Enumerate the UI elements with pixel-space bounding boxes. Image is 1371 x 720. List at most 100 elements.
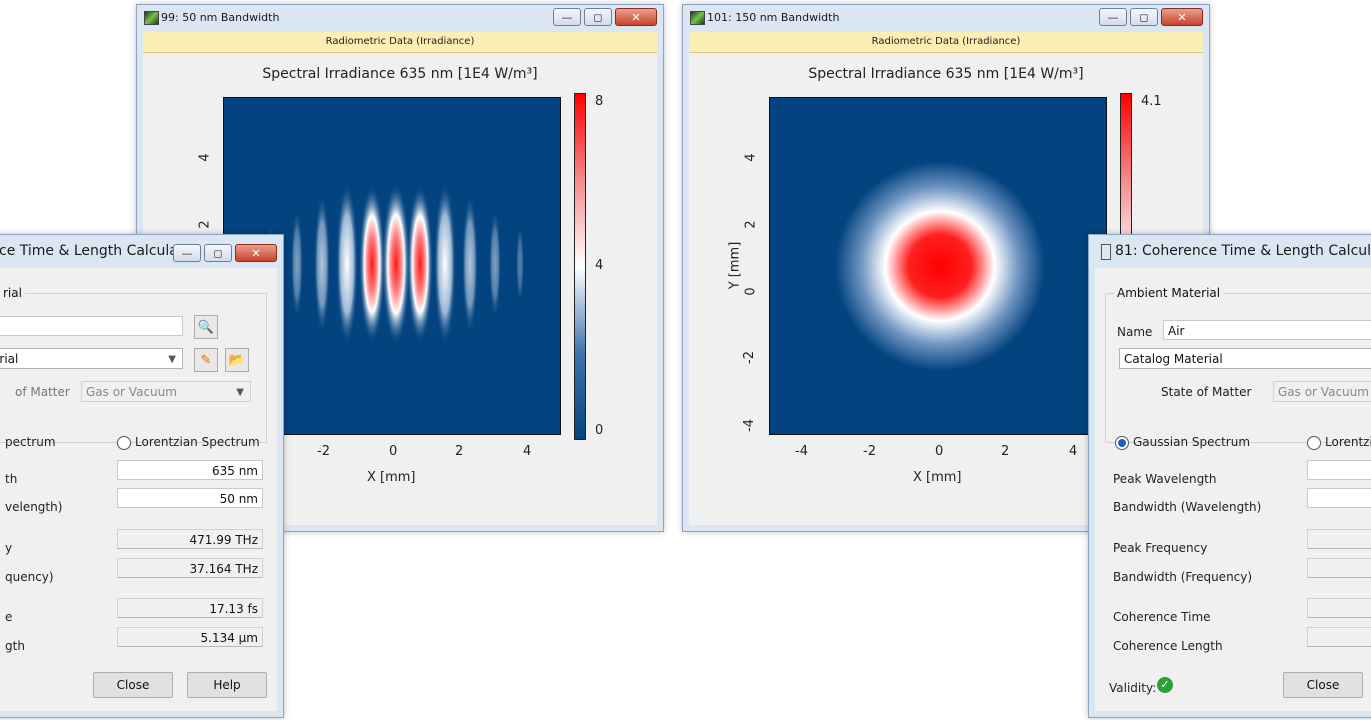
x-tick: 2 [1001, 444, 1010, 459]
irradiance-plot[interactable] [769, 97, 1107, 435]
bandwidth-frequency-label: quency) [5, 570, 54, 584]
colorbar-tick: 8 [595, 94, 604, 109]
plot-title: Spectral Irradiance 635 nm [1E4 W/m³] [262, 66, 538, 82]
maximize-button[interactable]: ◻ [584, 8, 612, 26]
fringe [336, 182, 358, 346]
material-name-field[interactable]: Air [1163, 320, 1371, 340]
y-tick: 2 [197, 220, 213, 229]
peak-wavelength-field[interactable]: 635 nm [117, 460, 263, 480]
title-bar[interactable]: 99: 50 nm Bandwidth — ◻ ✕ [137, 5, 663, 31]
coherence-length-field [1307, 627, 1371, 647]
app-icon [690, 11, 705, 25]
lorentzian-radio[interactable] [117, 436, 131, 450]
close-button[interactable]: ✕ [235, 244, 277, 262]
coherence-length-label: gth [5, 639, 25, 653]
lorentzian-label: Lorentzian Spectrum [135, 435, 260, 449]
state-of-matter-label: of Matter [15, 385, 70, 399]
colorbar-tick: 0 [595, 423, 604, 438]
fringe [407, 184, 433, 344]
name-label: Name [1117, 325, 1153, 339]
bandwidth-wavelength-field[interactable] [1307, 488, 1371, 508]
title-bar[interactable]: 101: 150 nm Bandwidth — ◻ ✕ [683, 5, 1209, 31]
y-tick: 2 [743, 220, 759, 229]
peak-frequency-label: Peak Frequency [1113, 541, 1208, 555]
fringe [359, 184, 385, 344]
peak-wavelength-label: Peak Wavelength [1113, 472, 1217, 486]
lorentzian-radio[interactable] [1307, 436, 1321, 450]
coherence-length-field: 5.134 µm [117, 627, 263, 647]
data-header: Radiometric Data (Irradiance) [143, 32, 657, 53]
pencil-icon[interactable]: ✎ [194, 348, 218, 372]
help-button[interactable]: Help [187, 672, 267, 698]
close-button[interactable]: ✕ [1161, 8, 1203, 26]
material-name-field[interactable] [0, 316, 183, 336]
peak-wavelength-field[interactable] [1307, 460, 1371, 480]
material-type-select[interactable]: Catalog Material ▼ [1119, 348, 1371, 369]
fringe [382, 182, 410, 346]
window-title: 101: 150 nm Bandwidth [707, 11, 840, 24]
folder-icon[interactable]: 📂 [225, 348, 249, 372]
bandwidth-frequency-field: 37.164 THz [117, 558, 263, 578]
minimize-button[interactable]: — [173, 244, 201, 262]
state-of-matter-select: Gas or Vacuum [1273, 381, 1371, 402]
close-dialog-button[interactable]: Close [93, 672, 173, 698]
y-tick: 0 [743, 287, 759, 296]
gaussian-radio[interactable] [1115, 436, 1129, 450]
window-title: ce Time & Length Calculat... [0, 243, 197, 259]
bandwidth-wavelength-field[interactable]: 50 nm [117, 488, 263, 508]
peak-frequency-field: 471.99 THz [117, 529, 263, 549]
x-tick: 0 [935, 444, 944, 459]
group-label: Ambient Material [1114, 286, 1224, 300]
x-tick: 2 [455, 444, 464, 459]
close-button[interactable]: ✕ [615, 8, 657, 26]
group-label: rial [0, 286, 25, 300]
magnifier-icon[interactable]: 🔍 [194, 315, 218, 339]
minimize-button[interactable]: — [553, 8, 581, 26]
maximize-button[interactable]: ◻ [204, 244, 232, 262]
y-tick: 4 [197, 153, 213, 162]
coherence-time-label: Coherence Time [1113, 610, 1211, 624]
combo-value: Gas or Vacuum [1278, 385, 1369, 399]
fringe [291, 209, 303, 319]
bandwidth-wavelength-label: Bandwidth (Wavelength) [1113, 500, 1262, 514]
coherence-length-label: Coherence Length [1113, 639, 1223, 653]
window-title: 81: Coherence Time & Length Calculat... [1115, 243, 1371, 259]
bandwidth-wavelength-label: velength) [5, 500, 63, 514]
maximize-button[interactable]: ◻ [1130, 8, 1158, 26]
colorbar-tick: 4.1 [1141, 94, 1162, 109]
lorentzian-label: Lorentzia [1325, 435, 1371, 449]
peak-wavelength-label: th [5, 472, 18, 486]
fringe [516, 224, 524, 304]
y-tick: -4 [741, 419, 757, 432]
material-type-select[interactable]: erial ▼ [0, 348, 183, 369]
app-icon [144, 11, 159, 25]
colorbar [574, 93, 586, 440]
x-tick: -2 [317, 444, 330, 459]
y-tick: -2 [741, 351, 757, 364]
coherence-time-field: 17.13 fs [117, 598, 263, 618]
title-bar[interactable]: ce Time & Length Calculat... — ◻ ✕ [0, 235, 283, 267]
validity-label: Validity: [1109, 681, 1157, 695]
x-tick: -4 [795, 444, 808, 459]
title-bar[interactable]: 81: Coherence Time & Length Calculat... … [1089, 235, 1371, 267]
coherence-calculator-left: ce Time & Length Calculat... — ◻ ✕ rial … [0, 234, 284, 718]
x-tick: 4 [523, 444, 532, 459]
gaussian-label: pectrum [5, 435, 56, 449]
gaussian-label: Gaussian Spectrum [1133, 435, 1251, 449]
fringe [462, 194, 478, 334]
x-tick: 0 [389, 444, 398, 459]
fringe [314, 194, 330, 334]
x-axis-label: X [mm] [367, 470, 416, 485]
check-circle-icon: ✓ [1157, 677, 1173, 693]
plot-title: Spectral Irradiance 635 nm [1E4 W/m³] [808, 66, 1084, 82]
minimize-button[interactable]: — [1099, 8, 1127, 26]
close-dialog-button[interactable]: Close [1283, 672, 1363, 698]
x-tick: 4 [1069, 444, 1078, 459]
combo-value: erial [0, 352, 19, 366]
x-axis-label: X [mm] [913, 470, 962, 485]
window-client: rial 🔍 erial ▼ ✎ 📂 of Matter Gas or Vacu… [0, 268, 277, 711]
combo-value: Catalog Material [1124, 352, 1223, 366]
chevron-down-icon: ▼ [168, 354, 176, 365]
state-of-matter-label: State of Matter [1161, 385, 1252, 399]
window-client: Ambient Material Name Air Catalog Materi… [1095, 268, 1371, 711]
